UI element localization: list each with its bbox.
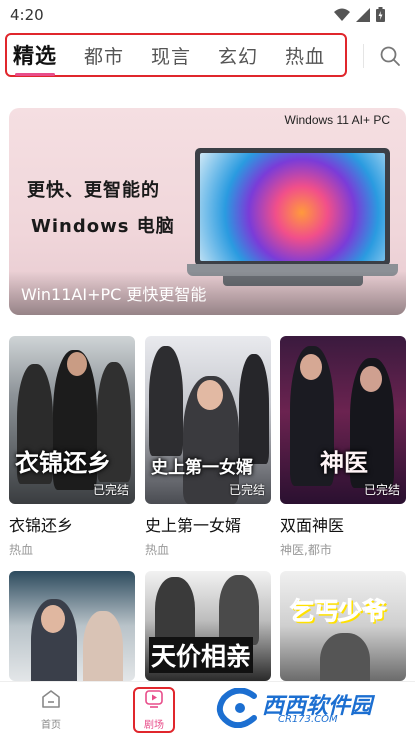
status-time: 4:20 [10,6,44,24]
tab-dushi[interactable]: 都市 [84,42,124,69]
status-badge: 已完结 [92,483,129,497]
category-tabs: 精选 都市 现言 玄幻 热血 [5,33,347,77]
drama-title[interactable]: 双面神医 [280,512,406,536]
watermark-logo: 西西软件园 CR173.COM [216,688,396,730]
drama-tags: 神医,都市 [280,543,332,557]
drama-title[interactable]: 衣锦还乡 [9,512,135,536]
status-bar: 4:20 [0,0,415,30]
drama-poster[interactable] [9,571,135,681]
nav-home-label: 首页 [41,720,61,731]
poster-title-art: 乞丐少爷 [290,597,387,626]
drama-poster[interactable]: 天价相亲 [145,571,271,681]
drama-card[interactable]: 史上第一女婿 已完结 史上第一女婿 热血 [145,336,271,558]
banner-headline-1: 更快、更智能的 [27,180,160,201]
banner-headline-2: Windows 电脑 [31,216,175,237]
drama-card[interactable]: 衣锦还乡 已完结 衣锦还乡 热血 [9,336,135,558]
tab-divider [363,44,364,68]
tab-jingxuan[interactable]: 精选 [13,40,57,76]
watermark-subtext: CR173.COM [278,714,338,725]
active-nav-highlight [133,687,175,733]
status-badge: 已完结 [363,483,400,497]
banner-caption: Win11AI+PC 更快更智能 [21,285,207,304]
watermark-emblem-icon [216,688,257,728]
drama-title[interactable]: 史上第一女婿 [145,512,271,536]
poster-title-art: 天价相亲 [149,637,254,673]
drama-card[interactable]: 神医 已完结 双面神医 神医,都市 [280,336,406,558]
status-badge: 已完结 [228,483,265,497]
drama-poster[interactable]: 神医 已完结 [280,336,406,504]
drama-tags: 热血 [145,543,170,557]
poster-title-art: 神医 [320,448,368,477]
tab-xianyan[interactable]: 现言 [151,42,191,69]
poster-title-art: 史上第一女婿 [151,458,253,478]
tab-xuanhuan[interactable]: 玄幻 [218,42,258,69]
battery-icon [376,7,385,22]
drama-poster[interactable]: 史上第一女婿 已完结 [145,336,271,504]
drama-poster[interactable]: 衣锦还乡 已完结 [9,336,135,504]
signal-icon [356,7,370,22]
status-icons [334,7,385,22]
tab-rexue[interactable]: 热血 [285,42,325,69]
drama-poster[interactable]: 乞丐少爷 [280,571,406,681]
drama-tags: 热血 [9,543,34,557]
wifi-icon [334,8,350,21]
poster-title-art: 衣锦还乡 [15,448,111,477]
promo-banner[interactable]: Windows 11 AI+ PC 更快、更智能的 Windows 电脑 Win… [9,108,406,315]
banner-badge: Windows 11 AI+ PC [284,113,391,127]
home-icon [42,690,60,708]
laptop-image [187,148,398,288]
search-icon[interactable] [378,44,402,68]
nav-home[interactable]: 首页 [31,688,71,731]
